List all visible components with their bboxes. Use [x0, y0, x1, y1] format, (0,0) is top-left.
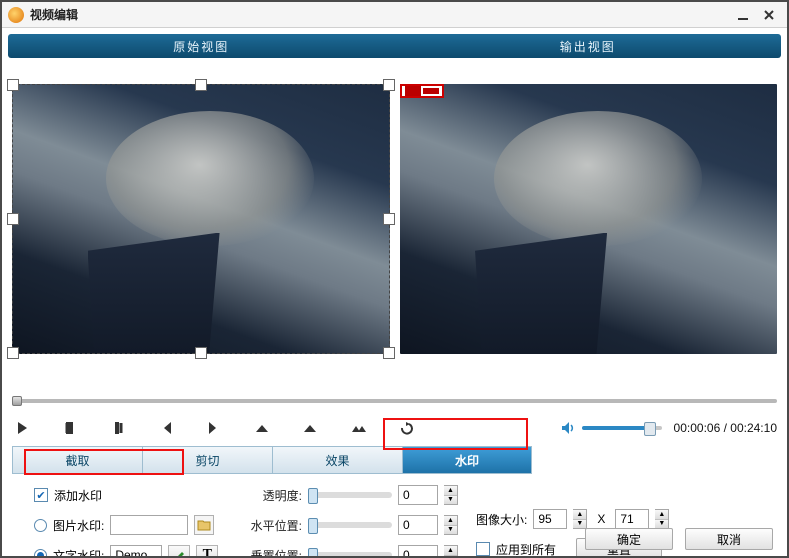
original-preview[interactable]	[12, 84, 390, 354]
mark-in-button[interactable]	[60, 418, 80, 438]
hpos-label: 水平位置:	[246, 517, 302, 534]
hpos-value[interactable]	[398, 515, 438, 535]
image-watermark-label: 图片水印:	[53, 517, 104, 534]
color-picker-button[interactable]	[168, 545, 190, 558]
timeline-scrubber[interactable]	[12, 394, 777, 408]
undo-button[interactable]	[396, 418, 416, 438]
opacity-slider[interactable]	[308, 492, 392, 498]
time-display: 00:00:06 / 00:24:10	[674, 421, 777, 435]
scrub-thumb[interactable]	[12, 396, 22, 406]
handle-b[interactable]	[195, 347, 207, 359]
add-watermark-label: 添加水印	[54, 487, 102, 504]
tab-effect[interactable]: 效果	[272, 446, 402, 474]
apply-all-checkbox[interactable]: ✔	[476, 542, 490, 556]
apply-all-label: 应用到所有	[496, 541, 556, 558]
image-watermark-radio[interactable]	[34, 519, 47, 532]
handle-l[interactable]	[7, 213, 19, 225]
text-watermark-radio[interactable]	[34, 549, 47, 558]
width-up[interactable]: ▲	[573, 510, 586, 520]
titlebar: 视频编辑	[2, 2, 787, 28]
mark-out-button[interactable]	[108, 418, 128, 438]
hpos-down[interactable]: ▼	[444, 526, 457, 535]
volume-slider[interactable]	[582, 426, 662, 430]
width-down[interactable]: ▼	[573, 520, 586, 529]
opacity-value[interactable]	[398, 485, 438, 505]
output-preview[interactable]	[400, 84, 778, 354]
add-watermark-checkbox[interactable]: ✔	[34, 488, 48, 502]
output-view-label: 输出视图	[395, 34, 782, 58]
vpos-value[interactable]	[398, 545, 438, 558]
text-watermark-input[interactable]	[110, 545, 162, 558]
height-value[interactable]	[615, 509, 649, 529]
jump-button[interactable]	[348, 418, 368, 438]
browse-image-button[interactable]	[194, 515, 214, 535]
height-up[interactable]: ▲	[655, 510, 668, 520]
close-button[interactable]	[757, 6, 781, 24]
handle-r[interactable]	[383, 213, 395, 225]
handle-tr[interactable]	[383, 79, 395, 91]
handle-bl[interactable]	[7, 347, 19, 359]
next-key-button[interactable]	[204, 418, 224, 438]
text-watermark-label: 文字水印:	[53, 547, 104, 558]
step-back-button[interactable]	[252, 418, 272, 438]
original-view-label: 原始视图	[8, 34, 395, 58]
minimize-button[interactable]	[731, 6, 755, 24]
crop-selection[interactable]	[12, 84, 390, 354]
ok-button[interactable]: 确定	[585, 528, 673, 550]
image-watermark-path[interactable]	[110, 515, 188, 535]
window-title: 视频编辑	[30, 6, 78, 23]
prev-key-button[interactable]	[156, 418, 176, 438]
handle-br[interactable]	[383, 347, 395, 359]
width-value[interactable]	[533, 509, 567, 529]
vpos-slider[interactable]	[308, 552, 392, 558]
size-x: X	[593, 512, 609, 526]
tab-trim[interactable]: 剪切	[142, 446, 272, 474]
vpos-label: 垂置位置:	[246, 547, 302, 558]
vpos-up[interactable]: ▲	[444, 546, 457, 556]
opacity-label: 透明度:	[246, 487, 302, 504]
height-down[interactable]: ▼	[655, 520, 668, 529]
tab-crop[interactable]: 截取	[12, 446, 142, 474]
image-size-label: 图像大小:	[476, 511, 527, 528]
app-icon	[8, 7, 24, 23]
cancel-button[interactable]: 取消	[685, 528, 773, 550]
font-button[interactable]: T	[196, 545, 218, 558]
watermark-overlay[interactable]	[400, 84, 444, 98]
handle-tl[interactable]	[7, 79, 19, 91]
volume-icon[interactable]	[560, 420, 576, 436]
step-fwd-button[interactable]	[300, 418, 320, 438]
tab-watermark[interactable]: 水印	[402, 446, 532, 474]
hpos-up[interactable]: ▲	[444, 516, 457, 526]
view-header: 原始视图 输出视图	[8, 34, 781, 58]
opacity-down[interactable]: ▼	[444, 496, 457, 505]
hpos-slider[interactable]	[308, 522, 392, 528]
tabs: 截取 剪切 效果 水印	[12, 446, 777, 474]
opacity-up[interactable]: ▲	[444, 486, 457, 496]
play-button[interactable]	[12, 418, 32, 438]
handle-t[interactable]	[195, 79, 207, 91]
